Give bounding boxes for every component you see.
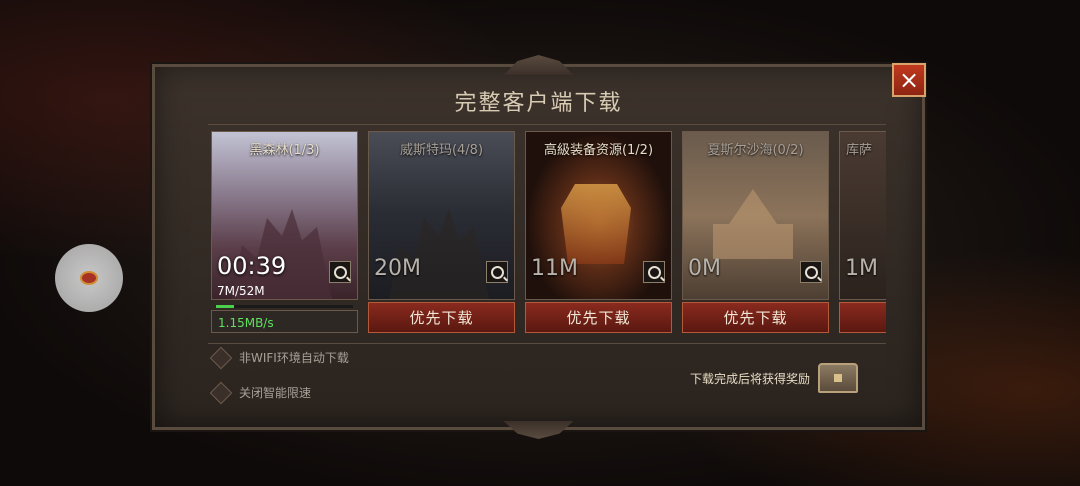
option-checkbox[interactable] [209,346,233,369]
pack-artwork: 夏斯尔沙海(0/2) 0M [682,131,829,300]
pack-card-westmarch[interactable]: 威斯特玛(4/8) 20M 优先下载 [368,131,515,337]
option-label: 关闭智能限速 [239,386,312,400]
download-timer: 00:39 [217,252,287,280]
pack-card-high-gear[interactable]: 高級装备资源(1/2) 11M 优先下载 [525,131,672,337]
download-progress-fill [216,305,235,308]
dialog-title: 完整客户端下载 [454,91,623,116]
download-dialog: 完整客户端下载 黑森林(1/3) 00:39 7M/52M 1.15MB/s 威… [152,55,925,439]
pack-artwork: 黑森林(1/3) 00:39 7M/52M [211,131,358,300]
treasure-chest-icon[interactable] [818,363,859,393]
option-checkbox[interactable] [209,381,233,404]
pack-list[interactable]: 黑森林(1/3) 00:39 7M/52M 1.15MB/s 威斯特玛(4/8)… [208,124,886,344]
pack-name: 库萨 [846,143,873,158]
preview-zoom-icon[interactable] [800,261,822,283]
reward-text: 下载完成后将获得奖励 [690,371,811,386]
pack-size: 20M [374,256,421,281]
priority-download-button[interactable] [839,302,886,333]
completion-reward: 下载完成后将获得奖励 [690,363,859,393]
pack-name: 高級装备资源(1/2) [543,143,654,158]
download-speed: 1.15MB/s [211,310,358,333]
priority-download-button[interactable]: 优先下载 [682,302,829,333]
pack-artwork: 高級装备资源(1/2) 11M [525,131,672,300]
pack-size: 11M [531,256,578,281]
pack-card-black-forest[interactable]: 黑森林(1/3) 00:39 7M/52M 1.15MB/s [211,131,358,337]
download-progress-bar [216,305,353,308]
close-icon: × [898,66,920,94]
assistant-icon [82,273,96,283]
download-progress-text: 7M/52M [217,284,265,298]
floating-assistant-ball[interactable] [55,244,123,312]
pack-artwork: 库萨 1M [839,131,886,300]
option-disable-smart-throttle[interactable]: 关闭智能限速 [209,381,312,404]
pack-artwork: 威斯特玛(4/8) 20M [368,131,515,300]
pack-card-desert[interactable]: 夏斯尔沙海(0/2) 0M 优先下载 [682,131,829,337]
pack-name: 夏斯尔沙海(0/2) [707,143,804,158]
close-button[interactable]: × [892,63,926,97]
preview-zoom-icon[interactable] [643,261,665,283]
pack-name: 黑森林(1/3) [249,143,320,158]
preview-zoom-icon[interactable] [486,261,508,283]
option-label: 非WIFI环境自动下载 [239,351,349,365]
priority-download-button[interactable]: 优先下载 [525,302,672,333]
pack-name: 威斯特玛(4/8) [399,143,484,158]
preview-zoom-icon[interactable] [329,261,351,283]
pack-size: 0M [688,256,721,281]
pack-card-partial[interactable]: 库萨 1M [839,131,886,337]
option-auto-download-non-wifi[interactable]: 非WIFI环境自动下载 [209,346,349,369]
pack-size: 1M [845,256,878,281]
priority-download-button[interactable]: 优先下载 [368,302,515,333]
